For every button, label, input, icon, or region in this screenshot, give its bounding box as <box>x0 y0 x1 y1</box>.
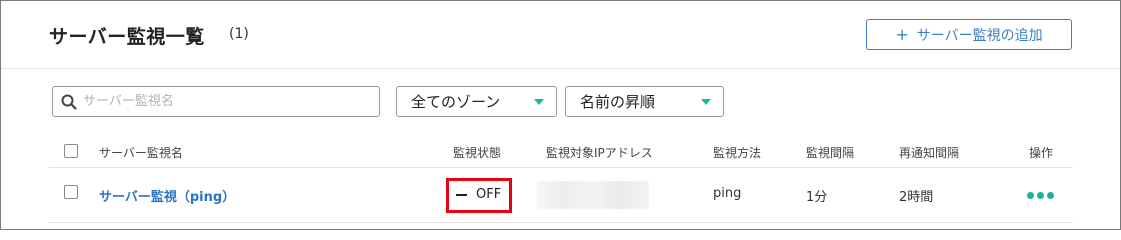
column-header-actions: 操作 <box>1029 146 1054 160</box>
zone-select[interactable]: 全てのゾーン <box>396 86 557 117</box>
monitor-interval: 1分 <box>806 190 828 205</box>
add-server-monitor-button[interactable]: + サーバー監視の追加 <box>866 19 1072 50</box>
item-count: (1) <box>229 26 249 42</box>
status-value: OFF <box>476 187 502 202</box>
row-checkbox[interactable] <box>64 185 78 199</box>
chevron-down-icon <box>701 99 711 105</box>
plus-icon: + <box>895 24 909 44</box>
server-monitor-panel: サーバー監視一覧 (1) + サーバー監視の追加 全てのゾーン 名前の昇順 サー… <box>0 0 1121 230</box>
column-header-status: 監視状態 <box>453 146 502 160</box>
select-all-checkbox[interactable] <box>64 144 78 158</box>
ip-address-redacted <box>537 181 649 209</box>
table-header: サーバー監視名 監視状態 監視対象IPアドレス 監視方法 監視間隔 再通知間隔 … <box>49 136 1073 168</box>
column-header-renotify: 再通知間隔 <box>899 146 960 160</box>
column-header-ip: 監視対象IPアドレス <box>546 146 653 160</box>
sort-select-value: 名前の昇順 <box>580 93 656 111</box>
panel-header: サーバー監視一覧 (1) + サーバー監視の追加 <box>1 1 1120 69</box>
column-header-method: 監視方法 <box>713 146 762 160</box>
search-icon <box>61 94 77 110</box>
monitor-method: ping <box>713 186 742 201</box>
dash-icon <box>456 193 467 196</box>
page-title: サーバー監視一覧 <box>49 26 205 48</box>
search-field[interactable] <box>52 86 380 117</box>
chevron-down-icon <box>534 99 544 105</box>
table-row: サーバー監視（ping） OFF ping 1分 2時間 <box>49 168 1073 223</box>
more-actions-icon[interactable] <box>1027 192 1054 199</box>
sort-select[interactable]: 名前の昇順 <box>565 86 724 117</box>
monitor-name-link[interactable]: サーバー監視（ping） <box>99 186 235 205</box>
search-input[interactable] <box>83 94 363 109</box>
zone-select-value: 全てのゾーン <box>411 93 501 111</box>
renotify-interval: 2時間 <box>899 190 934 205</box>
add-button-label: サーバー監視の追加 <box>916 27 1043 44</box>
status-toggle[interactable]: OFF <box>456 187 501 202</box>
status-highlight-box: OFF <box>446 178 512 213</box>
column-header-name: サーバー監視名 <box>99 146 183 160</box>
column-header-interval: 監視間隔 <box>806 146 855 160</box>
